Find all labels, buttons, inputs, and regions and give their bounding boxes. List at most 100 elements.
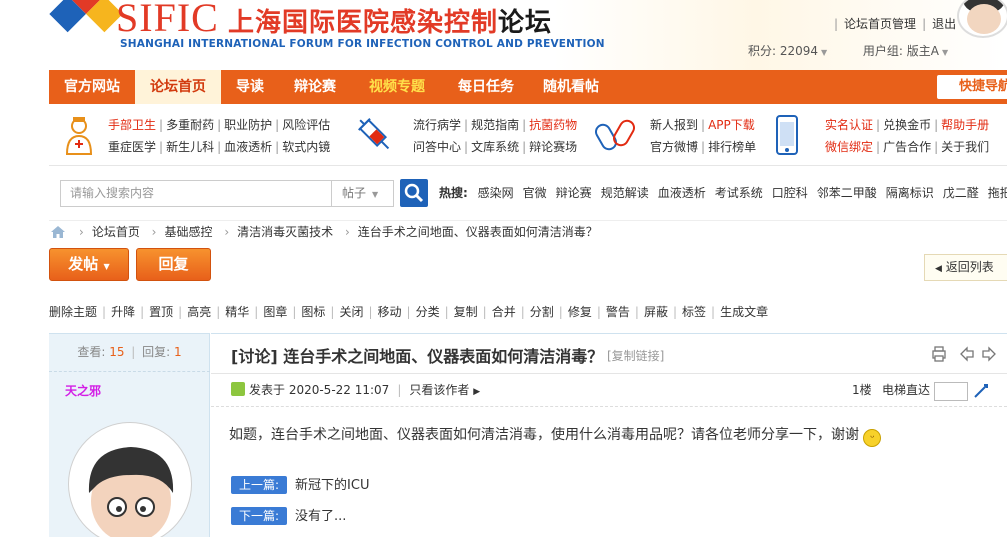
nav-video[interactable]: 视频专题: [351, 70, 443, 104]
link-neonatal[interactable]: 新生儿科: [166, 140, 214, 154]
link-library[interactable]: 文库系统: [471, 140, 519, 154]
next-post-text: 没有了...: [295, 509, 347, 524]
mod-stamp[interactable]: 图章: [263, 305, 287, 319]
only-author-link[interactable]: 只看该作者: [409, 383, 469, 397]
hot-word[interactable]: 邻苯二甲酸: [817, 186, 877, 200]
search-button[interactable]: [400, 179, 428, 207]
quick-links-group1: 手部卫生 | 多重耐药 | 职业防护 | 风险评估 重症医学 | 新生儿科 | 血液透析 | 软式内镜: [108, 118, 331, 154]
link-ads[interactable]: 广告合作: [883, 140, 931, 154]
link-qa[interactable]: 问答中心: [413, 140, 461, 154]
search-icon: [404, 183, 424, 203]
author-avatar[interactable]: [68, 422, 192, 537]
link-mdro[interactable]: 多重耐药: [166, 118, 214, 132]
nav-official-site[interactable]: 官方网站: [49, 70, 135, 104]
elevator-input[interactable]: [934, 382, 968, 401]
link-dialysis[interactable]: 血液透析: [224, 140, 272, 154]
link-guidelines[interactable]: 规范指南: [471, 118, 519, 132]
nav-daily-task[interactable]: 每日任务: [443, 70, 529, 104]
link-debate-arena[interactable]: 辩论赛场: [529, 140, 577, 154]
crumb-disinfection[interactable]: 清洁消毒灭菌技术: [237, 225, 333, 239]
link-ranking[interactable]: 排行榜单: [708, 140, 756, 154]
link-weibo[interactable]: 官方微博: [650, 140, 698, 154]
mobile-icon: [776, 115, 798, 155]
site-header: SIFIC 上海国际医院感染控制论坛 SHANGHAI INTERNATIONA…: [0, 0, 1007, 70]
triangle-right-icon: ▶: [473, 387, 481, 397]
link-endoscope[interactable]: 软式内镜: [282, 140, 330, 154]
mod-bump[interactable]: 升降: [111, 305, 135, 319]
reply-button[interactable]: 回复: [136, 248, 211, 281]
hot-word[interactable]: 官微: [523, 186, 547, 200]
link-hand-hygiene[interactable]: 手部卫生: [108, 118, 156, 132]
mod-repair[interactable]: 修复: [568, 305, 592, 319]
crumb-forum-home[interactable]: 论坛首页: [92, 225, 140, 239]
crumb-basic-control[interactable]: 基础感控: [164, 225, 212, 239]
new-post-button[interactable]: 发帖 ▼: [49, 248, 129, 281]
logo-sific-text: SIFIC: [116, 0, 219, 40]
quick-links-panel: 手部卫生 | 多重耐药 | 职业防护 | 风险评估 重症医学 | 新生儿科 | 血液透析 | 软式内镜 …: [49, 104, 1007, 166]
author-name[interactable]: 天之邪: [65, 382, 101, 399]
mod-close[interactable]: 关闭: [339, 305, 363, 319]
quick-links-group2: 流行病学 | 规范指南 | 抗菌药物 问答中心 | 文库系统 | 辩论赛场: [413, 118, 578, 154]
breadcrumb: › 论坛首页 › 基础感控 › 清洁消毒灭菌技术 › 连台手术之间地面、仪器表面如何清洁…: [49, 220, 1007, 242]
user-avatar[interactable]: [957, 0, 1007, 38]
link-about[interactable]: 关于我们: [941, 140, 989, 154]
mod-icon[interactable]: 图标: [301, 305, 325, 319]
link-icu[interactable]: 重症医学: [108, 140, 156, 154]
nav-forum-home[interactable]: 论坛首页: [135, 70, 221, 104]
copy-link-button[interactable]: [复制链接]: [607, 347, 664, 364]
link-occupational[interactable]: 职业防护: [224, 118, 272, 132]
link-exchange[interactable]: 兑换金币: [883, 118, 931, 132]
back-to-list-button[interactable]: ◀ 返回列表: [924, 254, 1007, 281]
mod-copy[interactable]: 复制: [454, 305, 478, 319]
thread-stats: 查看: 15 | 回复: 1: [49, 334, 210, 372]
crumb-current-thread[interactable]: 连台手术之间地面、仪器表面如何清洁消毒？: [358, 225, 598, 239]
hot-word[interactable]: 拖把: [988, 186, 1007, 200]
prev-thread-icon[interactable]: [960, 346, 974, 362]
prev-post-link[interactable]: 新冠下的ICU: [295, 478, 369, 493]
link-verify[interactable]: 实名认证: [825, 118, 873, 132]
hot-word[interactable]: 感染网: [478, 186, 514, 200]
nav-guide[interactable]: 导读: [221, 70, 279, 104]
hot-word[interactable]: 口腔科: [772, 186, 808, 200]
mod-block[interactable]: 屏蔽: [644, 305, 668, 319]
print-icon[interactable]: [932, 346, 946, 362]
mod-digest[interactable]: 精华: [225, 305, 249, 319]
hot-word[interactable]: 辩论赛: [556, 186, 592, 200]
home-icon[interactable]: [51, 226, 65, 238]
mod-highlight[interactable]: 高亮: [187, 305, 211, 319]
prev-post-row: 上一篇: 新冠下的ICU: [231, 476, 369, 496]
nav-debate[interactable]: 辩论赛: [279, 70, 351, 104]
mod-delete[interactable]: 删除主题: [49, 305, 97, 319]
mod-warn[interactable]: 警告: [606, 305, 630, 319]
group-dropdown[interactable]: 用户组: 版主A ▼: [863, 44, 948, 58]
link-risk[interactable]: 风险评估: [282, 118, 330, 132]
hot-word[interactable]: 隔离标识: [886, 186, 934, 200]
points-dropdown[interactable]: 积分: 22094 ▼: [748, 44, 827, 58]
link-epidemiology[interactable]: 流行病学: [413, 118, 461, 132]
hot-word[interactable]: 规范解读: [601, 186, 649, 200]
link-newcomer[interactable]: 新人报到: [650, 118, 698, 132]
jump-icon[interactable]: [973, 383, 989, 399]
mod-move[interactable]: 移动: [378, 305, 402, 319]
logout-link[interactable]: 退出: [932, 17, 956, 31]
hot-word[interactable]: 血液透析: [658, 186, 706, 200]
next-thread-icon[interactable]: [982, 346, 996, 362]
mod-generate-article[interactable]: 生成文章: [720, 305, 768, 319]
hot-word[interactable]: 考试系统: [715, 186, 763, 200]
mod-tag[interactable]: 标签: [682, 305, 706, 319]
link-wechat-bind[interactable]: 微信绑定: [825, 140, 873, 154]
hot-word[interactable]: 戊二醛: [943, 186, 979, 200]
mod-category[interactable]: 分类: [416, 305, 440, 319]
link-antibiotics[interactable]: 抗菌药物: [529, 118, 577, 132]
mod-sticky[interactable]: 置顶: [149, 305, 173, 319]
forum-admin-link[interactable]: 论坛首页管理: [844, 17, 916, 31]
search-scope-select[interactable]: 帖子 ▼: [332, 180, 394, 207]
site-logo[interactable]: SIFIC 上海国际医院感染控制论坛 SHANGHAI INTERNATIONA…: [49, 0, 605, 60]
mod-split[interactable]: 分割: [530, 305, 554, 319]
search-input[interactable]: 请输入搜索内容: [60, 180, 332, 207]
mod-merge[interactable]: 合并: [492, 305, 516, 319]
link-help[interactable]: 帮助手册: [941, 118, 989, 132]
quick-nav-dropdown[interactable]: 快捷导航▼: [937, 75, 1007, 99]
nav-random[interactable]: 随机看帖: [529, 70, 613, 104]
link-app-download[interactable]: APP下载: [708, 118, 755, 132]
